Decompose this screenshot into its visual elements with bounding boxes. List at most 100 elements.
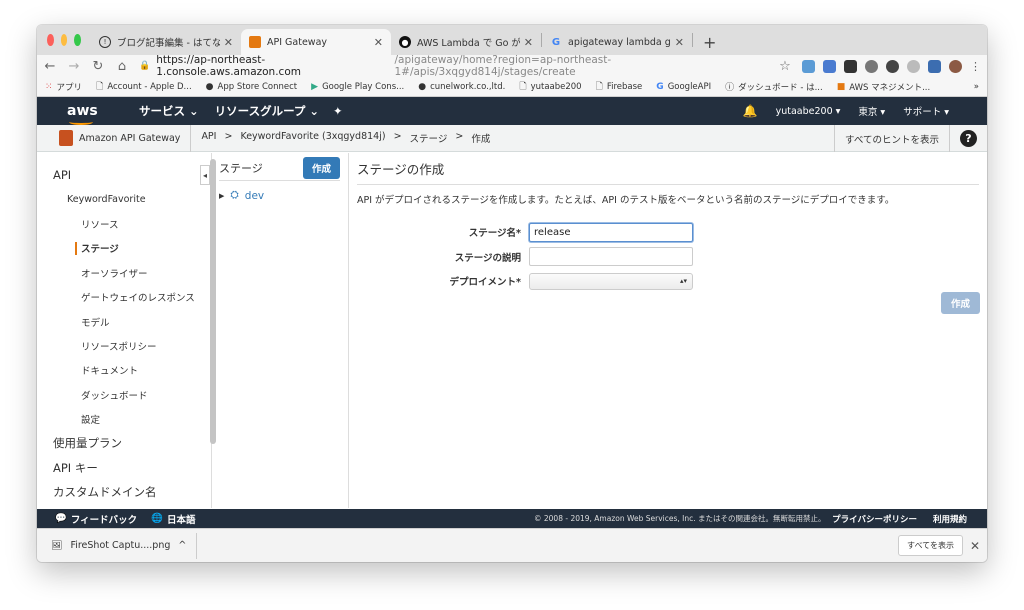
close-tab-icon[interactable]: ✕ [675,36,684,49]
breadcrumb-api-name[interactable]: KeywordFavorite (3xqgyd814j) [240,131,385,145]
browser-window: ! ブログ記事編集 - はてなブログ ✕ API Gateway ✕ ● AWS… [37,25,987,562]
create-button[interactable]: 作成 [940,292,980,314]
minimize-window-button[interactable] [60,34,68,46]
bell-icon[interactable]: 🔔 [743,104,758,118]
home-icon[interactable]: ⌂ [115,59,129,74]
nav-settings[interactable]: 設定 [37,407,211,431]
feedback-link[interactable]: 💬 フィードバック [55,512,137,526]
left-nav: API KeywordFavorite リソース ステージ オーソライザー ゲー… [37,153,216,508]
close-tab-icon[interactable]: ✕ [524,36,533,49]
nav-custom-domains[interactable]: カスタムドメイン名 [37,480,211,504]
privacy-link[interactable]: プライバシーポリシー [832,513,917,525]
nav-dashboard[interactable]: ダッシュボード [37,383,211,407]
collapse-nav-button[interactable]: ◂ [200,165,210,185]
expand-triangle-icon[interactable]: ▶ [219,192,224,200]
nav-api[interactable]: API [37,163,211,187]
bookmark-label: Firebase [606,81,643,92]
page-title: ステージの作成 [357,159,979,185]
services-menu[interactable]: サービス ⌄ [139,103,199,119]
nav-models[interactable]: モデル [37,309,211,333]
language-link[interactable]: 🌐 日本語 [151,512,195,526]
resource-groups-menu[interactable]: リソースグループ ⌄ [215,103,319,119]
bookmark-apple-account[interactable]: 🗋 Account - Apple D... [96,79,192,95]
tab-google-search[interactable]: G apigateway lambda go - Googl ✕ [542,29,692,55]
nav-resources[interactable]: リソース [37,212,211,236]
extension-off-icon[interactable] [844,59,857,73]
maximize-window-button[interactable] [74,34,82,46]
bookmark-app-store-connect[interactable]: ● App Store Connect [206,82,297,92]
deployment-select[interactable]: ▴▾ [529,272,693,290]
aws-footer: 💬 フィードバック 🌐 日本語 © 2008 - 2019, Amazon Web … [37,509,987,528]
stage-description-input[interactable] [529,247,693,266]
extension-icon[interactable] [928,59,941,73]
deployment-label: デプロイメント* [449,277,521,288]
stage-item-dev[interactable]: ▶ ⛭ dev [219,189,340,202]
aws-logo[interactable]: aws [67,104,115,125]
bookmark-star-icon[interactable]: ☆ [778,59,792,74]
nav-stages[interactable]: ステージ [37,236,211,260]
content-area: API KeywordFavorite リソース ステージ オーソライザー ゲー… [37,153,987,508]
bookmarks-bar: ⁙ アプリ 🗋 Account - Apple D... ● App Store Co… [37,77,987,97]
avatar[interactable] [949,59,962,73]
bookmark-aws-console[interactable]: ■ AWS マネジメント... [837,81,930,93]
scrollbar-thumb[interactable] [210,159,216,444]
chevron-up-icon[interactable]: ^ [178,540,186,551]
leftnav-scrollbar[interactable] [210,159,216,444]
support-menu[interactable]: サポート ▾ [903,104,949,118]
tab-api-gateway[interactable]: API Gateway ✕ [241,29,391,55]
bookmark-apps[interactable]: ⁙ アプリ [45,81,82,93]
extension-translate-icon[interactable] [802,59,815,73]
breadcrumb-api[interactable]: API [201,131,216,145]
extension-icon[interactable] [907,59,920,73]
help-button[interactable]: ? [949,125,987,152]
extension-icon[interactable] [886,59,899,73]
download-bar: 🖼 FireShot Captu....png ^ すべてを表示 ✕ [37,528,987,562]
bookmark-hatena-dashboard[interactable]: ⓘ ダッシュボード - は... [725,80,823,94]
service-home[interactable]: Amazon API Gateway [59,124,192,152]
nav-gateway-responses[interactable]: ゲートウェイのレスポンス [37,285,211,309]
url-bar[interactable]: 🔒 https://ap-northeast-1.console.aws.ama… [139,54,768,78]
extension-icon[interactable] [865,59,878,73]
close-window-button[interactable] [47,34,54,46]
new-tab-button[interactable]: + [693,29,726,55]
nav-documentation[interactable]: ドキュメント [37,358,211,382]
hatena-icon: ⓘ [725,83,735,93]
back-icon[interactable]: ← [43,59,57,74]
create-stage-button[interactable]: 作成 [302,156,340,179]
nav-authorizers[interactable]: オーソライザー [37,261,211,285]
tab-title: API Gateway [267,36,328,48]
bookmark-firebase[interactable]: 🗋 Firebase [596,79,643,95]
pin-icon[interactable]: ✦ [333,104,343,118]
tab-aws-lambda[interactable]: ● AWS Lambda で Go が使えるよ ✕ [391,29,541,55]
breadcrumb-sep: > [224,131,233,142]
bookmark-googleapi[interactable]: G GoogleAPI [656,82,711,92]
nav-usage-plans[interactable]: 使用量プラン [37,431,211,455]
url-path: /apigateway/home?region=ap-northeast-1#/… [394,54,612,78]
close-tab-icon[interactable]: ✕ [224,36,233,49]
forward-icon[interactable]: → [67,59,81,74]
bookmark-yutaabe200[interactable]: 🗋 yutaabe200 [519,79,581,95]
nav-api-name[interactable]: KeywordFavorite [37,187,211,211]
bookmark-google-play[interactable]: ▶ Google Play Cons... [311,82,404,92]
close-download-bar-icon[interactable]: ✕ [970,539,980,553]
stage-name-input[interactable]: release [529,222,693,242]
nav-resource-policy[interactable]: リソースポリシー [37,334,211,358]
show-all-downloads-button[interactable]: すべてを表示 [898,535,963,556]
breadcrumb-stages[interactable]: ステージ [410,131,448,145]
nav-api-keys[interactable]: API キー [37,456,211,480]
terms-link[interactable]: 利用規約 [933,513,967,525]
play-icon: ▶ [311,81,319,92]
reload-icon[interactable]: ↻ [91,59,105,74]
bookmark-cunelwork[interactable]: ● cunelwork.co.,ltd. [418,82,505,92]
apps-grid-icon: ⁙ [45,81,53,92]
extension-icon[interactable] [823,59,836,73]
bookmark-label: AWS マネジメント... [849,82,931,93]
show-all-hints-button[interactable]: すべてのヒントを表示 [834,125,949,152]
close-tab-icon[interactable]: ✕ [374,36,383,49]
region-menu[interactable]: 東京 ▾ [858,104,885,118]
account-menu[interactable]: yutaabe200 ▾ [776,106,841,117]
download-item[interactable]: 🖼 FireShot Captu....png ^ [51,532,198,559]
menu-kebab-icon[interactable]: ⋮ [970,60,981,73]
bookmarks-more[interactable]: » [974,82,979,92]
tab-hatena[interactable]: ! ブログ記事編集 - はてなブログ ✕ [91,29,241,55]
